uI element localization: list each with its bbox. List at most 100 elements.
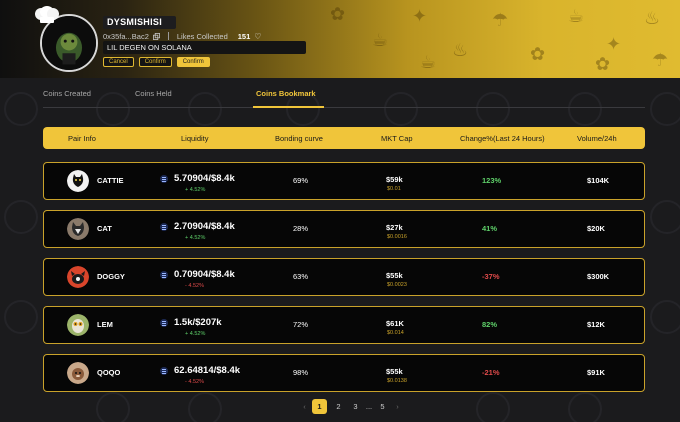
- liquidity-value: 1.5k/$207k: [174, 317, 222, 328]
- coin-avatar: [67, 362, 89, 384]
- header-mkt-cap: MKT Cap: [381, 134, 413, 143]
- profile-actions: Cancel Confirm Confirm: [103, 57, 210, 67]
- coin-name: CAT: [97, 224, 112, 233]
- next-page-button[interactable]: ›: [390, 399, 405, 414]
- coin-name: DOGGY: [97, 272, 125, 281]
- liquidity-change: + 4.52%: [185, 235, 206, 241]
- tab-coins-created[interactable]: Coins Created: [43, 89, 91, 98]
- header-volume: Volume/24h: [577, 134, 617, 143]
- doodle-icon: ♨: [644, 8, 661, 29]
- active-tab-indicator: [253, 106, 324, 108]
- table-row[interactable]: LEM 1.5k/$207k + 4.52% 72% $61K $0.014 8…: [43, 306, 645, 344]
- doodle-icon: ☕: [420, 52, 437, 73]
- copy-icon[interactable]: [152, 32, 160, 40]
- coin-name: LEM: [97, 320, 113, 329]
- coin-price: $0.01: [387, 186, 401, 192]
- change-value: 82%: [482, 320, 498, 329]
- heart-icon[interactable]: ♡: [254, 32, 261, 41]
- doodle-icon: ✦: [412, 6, 428, 27]
- bonding-curve-value: 28%: [293, 224, 309, 233]
- bio-field[interactable]: LIL DEGEN ON SOLANA: [103, 41, 306, 54]
- page-button-5[interactable]: 5: [375, 399, 390, 414]
- profile-banner: ✿ ☕ ✦ ♨ ☂ ✿ ☕ ✦ ♨ ☂ ✿ ☕: [0, 0, 680, 78]
- mkt-cap-value: $59k: [386, 175, 403, 184]
- table-row[interactable]: DOGGY 0.70904/$8.4k - 4.52% 63% $55k $0.…: [43, 258, 645, 296]
- page-button-3[interactable]: 3: [348, 399, 363, 414]
- liquidity-change: - 4.52%: [185, 379, 204, 385]
- tab-coins-bookmark[interactable]: Coins Bookmark: [256, 89, 316, 98]
- solana-icon: [160, 367, 168, 375]
- coin-name: QOQO: [97, 368, 121, 377]
- volume-value: $104K: [587, 176, 610, 185]
- coin-avatar: [67, 266, 89, 288]
- solana-icon: [160, 223, 168, 231]
- solana-icon: [160, 271, 168, 279]
- doodle-icon: ☕: [568, 6, 585, 27]
- solana-icon: [160, 319, 168, 327]
- coin-price: $0.0138: [387, 378, 407, 384]
- confirm-primary-button[interactable]: Confirm: [176, 57, 210, 67]
- bonding-curve-value: 72%: [293, 320, 309, 329]
- prev-page-button[interactable]: ‹: [297, 399, 312, 414]
- page-button-2[interactable]: 2: [331, 399, 346, 414]
- header-pair-info: Pair Info: [68, 134, 96, 143]
- likes-label: Likes Collected: [176, 31, 228, 41]
- tab-coins-held[interactable]: Coins Held: [135, 89, 172, 98]
- bonding-curve-value: 63%: [293, 272, 309, 281]
- bonding-curve-value: 69%: [293, 176, 309, 185]
- volume-value: $91K: [587, 368, 605, 377]
- solana-icon: [160, 175, 168, 183]
- page-button-1[interactable]: 1: [312, 399, 327, 414]
- change-value: -21%: [482, 368, 500, 377]
- coin-avatar: [67, 170, 89, 192]
- header-change: Change%(Last 24 Hours): [460, 134, 545, 143]
- liquidity-value: 0.70904/$8.4k: [174, 269, 235, 280]
- liquidity-value: 5.70904/$8.4k: [174, 173, 235, 184]
- header-bonding-curve: Bonding curve: [275, 134, 323, 143]
- doodle-icon: ✿: [530, 44, 546, 65]
- doodle-icon: ✦: [606, 34, 622, 55]
- chef-hat-icon: [35, 6, 59, 23]
- liquidity-change: + 4.52%: [185, 187, 206, 193]
- page-ellipsis: ...: [365, 402, 373, 411]
- volume-value: $12K: [587, 320, 605, 329]
- table-row[interactable]: CATTIE 5.70904/$8.4k + 4.52% 69% $59k $0…: [43, 162, 645, 200]
- mkt-cap-value: $61K: [386, 319, 404, 328]
- cancel-button[interactable]: Cancel: [103, 57, 134, 67]
- header-liquidity: Liquidity: [181, 134, 209, 143]
- table-header: Pair Info Liquidity Bonding curve MKT Ca…: [43, 127, 645, 149]
- liquidity-value: 62.64814/$8.4k: [174, 365, 241, 376]
- wallet-address: 0x35fa...Bac2: [103, 31, 149, 41]
- username: DYSMISHISI: [103, 16, 176, 29]
- coin-avatar: [67, 218, 89, 240]
- address-line: 0x35fa...Bac2 Likes Collected 151 ♡: [103, 31, 261, 41]
- coin-tabs: Coins Created Coins Held Coins Bookmark: [43, 86, 645, 108]
- doodle-icon: ✿: [595, 54, 611, 75]
- doodle-icon: ✿: [330, 4, 346, 25]
- mkt-cap-value: $55k: [386, 367, 403, 376]
- coin-price: $0.0016: [387, 234, 407, 240]
- coin-price: $0.014: [387, 330, 404, 336]
- coin-name: CATTIE: [97, 176, 124, 185]
- volume-value: $20K: [587, 224, 605, 233]
- liquidity-value: 2.70904/$8.4k: [174, 221, 235, 232]
- confirm-button[interactable]: Confirm: [138, 57, 172, 67]
- mkt-cap-value: $55k: [386, 271, 403, 280]
- coin-price: $0.0023: [387, 282, 407, 288]
- change-value: 41%: [482, 224, 498, 233]
- doodle-icon: ☂: [652, 50, 669, 71]
- table-row[interactable]: QOQO 62.64814/$8.4k - 4.52% 98% $55k $0.…: [43, 354, 645, 392]
- liquidity-change: - 4.52%: [185, 283, 204, 289]
- coin-avatar: [67, 314, 89, 336]
- liquidity-change: + 4.52%: [185, 331, 206, 337]
- volume-value: $300K: [587, 272, 610, 281]
- likes-count: 151: [237, 31, 251, 41]
- bonding-curve-value: 98%: [293, 368, 309, 377]
- doodle-icon: ☕: [372, 30, 389, 51]
- table-row[interactable]: CAT 2.70904/$8.4k + 4.52% 28% $27k $0.00…: [43, 210, 645, 248]
- change-value: 123%: [482, 176, 502, 185]
- change-value: -37%: [482, 272, 500, 281]
- mkt-cap-value: $27k: [386, 223, 403, 232]
- doodle-icon: ♨: [452, 40, 469, 61]
- pagination: ‹ 1 2 3 ... 5 ›: [297, 399, 405, 414]
